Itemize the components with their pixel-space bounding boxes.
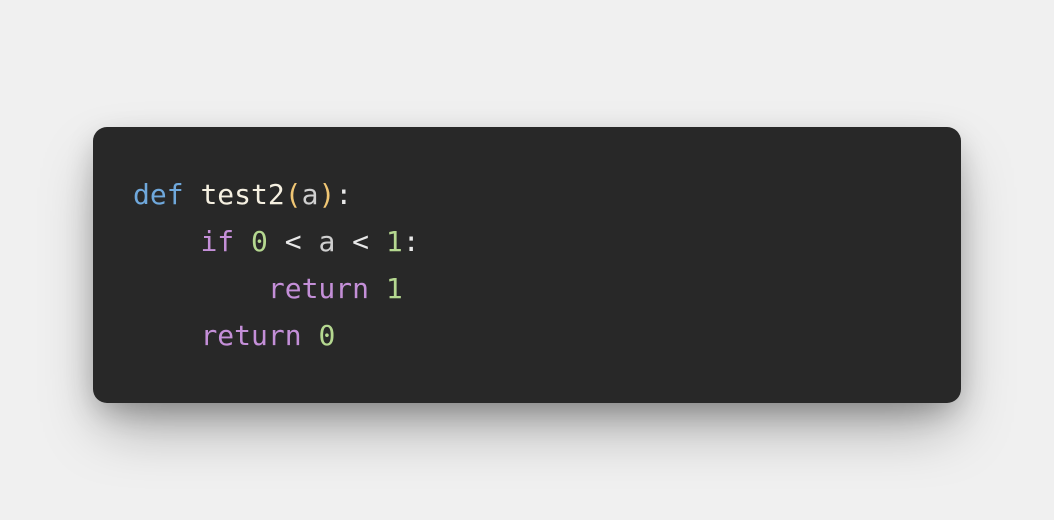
token-keyword-return: return [200, 319, 301, 352]
token-colon: : [335, 178, 352, 211]
token-keyword-def: def [133, 178, 184, 211]
token-number: 0 [251, 225, 268, 258]
token-operator-lt: < [352, 225, 369, 258]
token-operator-lt: < [285, 225, 302, 258]
code-content: def test2(a): if 0 < a < 1: return 1 ret… [133, 171, 921, 359]
token-number: 1 [386, 225, 403, 258]
token-paren-close: ) [318, 178, 335, 211]
token-paren-open: ( [285, 178, 302, 211]
token-number: 1 [386, 272, 403, 305]
token-variable: a [318, 225, 335, 258]
token-colon: : [403, 225, 420, 258]
code-block: def test2(a): if 0 < a < 1: return 1 ret… [93, 127, 961, 403]
token-keyword-return: return [268, 272, 369, 305]
token-function-name: test2 [200, 178, 284, 211]
token-number: 0 [318, 319, 335, 352]
token-keyword-if: if [200, 225, 234, 258]
token-param: a [302, 178, 319, 211]
